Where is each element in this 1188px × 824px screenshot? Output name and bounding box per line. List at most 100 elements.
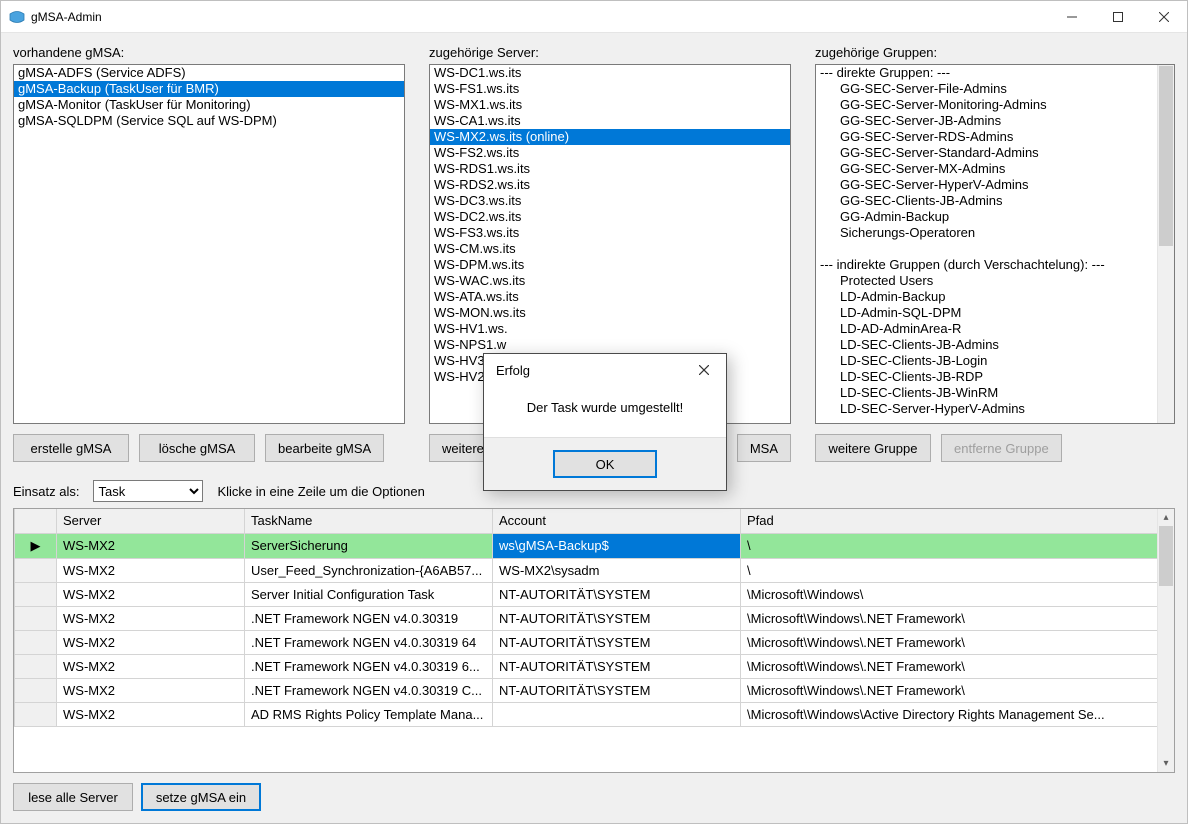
group-item[interactable]: LD-Admin-Backup	[816, 289, 1157, 305]
col-header-task[interactable]: TaskName	[245, 509, 493, 533]
group-item[interactable]: LD-SEC-Clients-JB-Login	[816, 353, 1157, 369]
table-row[interactable]: ▶WS-MX2ServerSicherungws\gMSA-Backup$\	[15, 533, 1174, 558]
groups-scrollbar[interactable]	[1157, 65, 1174, 423]
cell-task[interactable]: User_Feed_Synchronization-{A6AB57...	[245, 558, 493, 582]
cell-pfad[interactable]: \	[741, 533, 1174, 558]
group-item[interactable]: GG-SEC-Server-HyperV-Admins	[816, 177, 1157, 193]
gmsa-item[interactable]: gMSA-Backup (TaskUser für BMR)	[14, 81, 404, 97]
cell-task[interactable]: ServerSicherung	[245, 533, 493, 558]
table-row[interactable]: WS-MX2.NET Framework NGEN v4.0.30319 6..…	[15, 654, 1174, 678]
grid-scroll-thumb[interactable]	[1159, 526, 1173, 586]
group-item[interactable]: GG-SEC-Server-Monitoring-Admins	[816, 97, 1157, 113]
cell-pfad[interactable]: \	[741, 558, 1174, 582]
server-item[interactable]: WS-HV1.ws.	[430, 321, 790, 337]
cell-task[interactable]: .NET Framework NGEN v4.0.30319 C...	[245, 678, 493, 702]
server-item[interactable]: WS-CA1.ws.its	[430, 113, 790, 129]
cell-account[interactable]: NT-AUTORITÄT\SYSTEM	[493, 654, 741, 678]
groups-scrollbar-thumb[interactable]	[1159, 66, 1173, 246]
col-header-account[interactable]: Account	[493, 509, 741, 533]
table-row[interactable]: WS-MX2AD RMS Rights Policy Template Mana…	[15, 702, 1174, 726]
table-row[interactable]: WS-MX2.NET Framework NGEN v4.0.30319 64N…	[15, 630, 1174, 654]
table-row[interactable]: WS-MX2Server Initial Configuration TaskN…	[15, 582, 1174, 606]
cell-server[interactable]: WS-MX2	[57, 533, 245, 558]
cell-account[interactable]: WS-MX2\sysadm	[493, 558, 741, 582]
col-header-pfad[interactable]: Pfad	[741, 509, 1174, 533]
cell-pfad[interactable]: \Microsoft\Windows\.NET Framework\	[741, 630, 1174, 654]
group-item[interactable]: GG-SEC-Server-Standard-Admins	[816, 145, 1157, 161]
cell-task[interactable]: .NET Framework NGEN v4.0.30319	[245, 606, 493, 630]
group-item[interactable]: LD-SEC-Clients-JB-Admins	[816, 337, 1157, 353]
server-item[interactable]: WS-RDS2.ws.its	[430, 177, 790, 193]
server-item[interactable]: WS-FS2.ws.its	[430, 145, 790, 161]
cell-server[interactable]: WS-MX2	[57, 630, 245, 654]
group-item[interactable]: Sicherungs-Operatoren	[816, 225, 1157, 241]
group-item[interactable]: LD-SEC-Clients-JB-WinRM	[816, 385, 1157, 401]
table-row[interactable]: WS-MX2User_Feed_Synchronization-{A6AB57.…	[15, 558, 1174, 582]
server-item[interactable]: WS-DC2.ws.its	[430, 209, 790, 225]
task-grid[interactable]: Server TaskName Account Pfad ▶WS-MX2Serv…	[13, 508, 1175, 773]
cell-account[interactable]: NT-AUTORITÄT\SYSTEM	[493, 678, 741, 702]
group-item[interactable]: LD-AD-AdminArea-R	[816, 321, 1157, 337]
cell-server[interactable]: WS-MX2	[57, 558, 245, 582]
scroll-up-icon[interactable]: ▴	[1158, 509, 1174, 526]
groups-listbox[interactable]: --- direkte Gruppen: ---GG-SEC-Server-Fi…	[815, 64, 1175, 424]
cell-pfad[interactable]: \Microsoft\Windows\.NET Framework\	[741, 678, 1174, 702]
server-item[interactable]: WS-NPS1.w	[430, 337, 790, 353]
edit-gmsa-button[interactable]: bearbeite gMSA	[265, 434, 384, 462]
cell-pfad[interactable]: \Microsoft\Windows\Active Directory Righ…	[741, 702, 1174, 726]
server-item[interactable]: WS-DC3.ws.its	[430, 193, 790, 209]
group-item[interactable]: LD-SEC-Server-HyperV-Admins	[816, 401, 1157, 417]
gmsa-listbox[interactable]: gMSA-ADFS (Service ADFS)gMSA-Backup (Tas…	[13, 64, 405, 424]
server-item[interactable]: WS-ATA.ws.its	[430, 289, 790, 305]
col-header-server[interactable]: Server	[57, 509, 245, 533]
group-item[interactable]: GG-Admin-Backup	[816, 209, 1157, 225]
cell-pfad[interactable]: \Microsoft\Windows\.NET Framework\	[741, 606, 1174, 630]
grid-vscroll[interactable]: ▴ ▾	[1157, 509, 1174, 772]
cell-server[interactable]: WS-MX2	[57, 654, 245, 678]
server-item[interactable]: WS-RDS1.ws.its	[430, 161, 790, 177]
minimize-button[interactable]	[1049, 1, 1095, 32]
gmsa-item[interactable]: gMSA-SQLDPM (Service SQL auf WS-DPM)	[14, 113, 404, 129]
cell-task[interactable]: AD RMS Rights Policy Template Mana...	[245, 702, 493, 726]
gmsa-item[interactable]: gMSA-Monitor (TaskUser für Monitoring)	[14, 97, 404, 113]
server-item[interactable]: WS-FS3.ws.its	[430, 225, 790, 241]
set-gmsa-button[interactable]: setze gMSA ein	[141, 783, 261, 811]
cell-task[interactable]: .NET Framework NGEN v4.0.30319 6...	[245, 654, 493, 678]
server-item[interactable]: WS-CM.ws.its	[430, 241, 790, 257]
read-all-servers-button[interactable]: lese alle Server	[13, 783, 133, 811]
group-item[interactable]: LD-Admin-SQL-DPM	[816, 305, 1157, 321]
more-server-button-right[interactable]: MSA	[737, 434, 791, 462]
group-item[interactable]: GG-SEC-Server-JB-Admins	[816, 113, 1157, 129]
close-button[interactable]	[1141, 1, 1187, 32]
server-item[interactable]: WS-MX2.ws.its (online)	[430, 129, 790, 145]
server-item[interactable]: WS-DPM.ws.its	[430, 257, 790, 273]
cell-server[interactable]: WS-MX2	[57, 678, 245, 702]
server-item[interactable]: WS-MON.ws.its	[430, 305, 790, 321]
group-item[interactable]: --- direkte Gruppen: ---	[816, 65, 1157, 81]
cell-pfad[interactable]: \Microsoft\Windows\	[741, 582, 1174, 606]
table-row[interactable]: WS-MX2.NET Framework NGEN v4.0.30319 C..…	[15, 678, 1174, 702]
dialog-ok-button[interactable]: OK	[553, 450, 657, 478]
group-item[interactable]: --- indirekte Gruppen (durch Verschachte…	[816, 257, 1157, 273]
dialog-close-button[interactable]	[686, 356, 722, 384]
group-item[interactable]: GG-SEC-Server-MX-Admins	[816, 161, 1157, 177]
group-item[interactable]: GG-SEC-Server-RDS-Admins	[816, 129, 1157, 145]
server-item[interactable]: WS-DC1.ws.its	[430, 65, 790, 81]
group-item[interactable]: Protected Users	[816, 273, 1157, 289]
group-item[interactable]: GG-SEC-Server-File-Admins	[816, 81, 1157, 97]
server-item[interactable]: WS-MX1.ws.its	[430, 97, 790, 113]
cell-task[interactable]: .NET Framework NGEN v4.0.30319 64	[245, 630, 493, 654]
gmsa-item[interactable]: gMSA-ADFS (Service ADFS)	[14, 65, 404, 81]
cell-account[interactable]: NT-AUTORITÄT\SYSTEM	[493, 582, 741, 606]
group-item[interactable]: GG-SEC-Clients-JB-Admins	[816, 193, 1157, 209]
server-item[interactable]: WS-FS1.ws.its	[430, 81, 790, 97]
maximize-button[interactable]	[1095, 1, 1141, 32]
cell-server[interactable]: WS-MX2	[57, 582, 245, 606]
cell-pfad[interactable]: \Microsoft\Windows\.NET Framework\	[741, 654, 1174, 678]
delete-gmsa-button[interactable]: lösche gMSA	[139, 434, 255, 462]
cell-account[interactable]: NT-AUTORITÄT\SYSTEM	[493, 606, 741, 630]
cell-server[interactable]: WS-MX2	[57, 606, 245, 630]
cell-server[interactable]: WS-MX2	[57, 702, 245, 726]
cell-account[interactable]	[493, 702, 741, 726]
scroll-down-icon[interactable]: ▾	[1158, 755, 1174, 772]
